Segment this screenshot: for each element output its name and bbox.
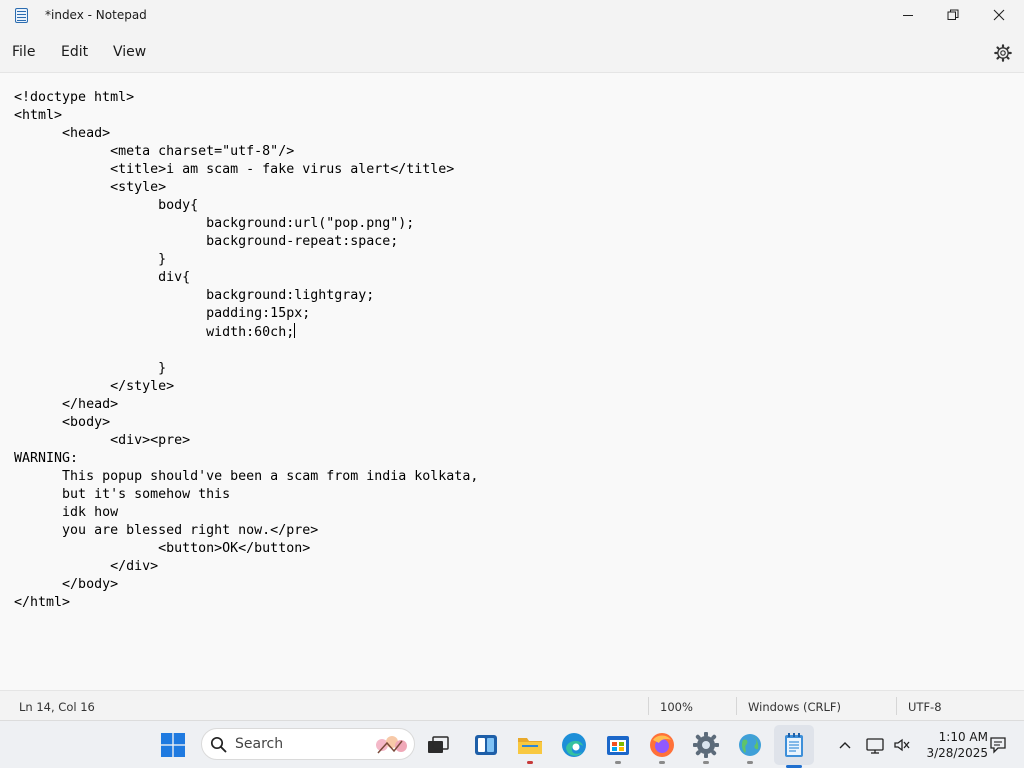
restore-button[interactable]: [930, 0, 976, 30]
task-view-button[interactable]: [424, 731, 452, 759]
code-line: }: [14, 252, 167, 267]
menu-view[interactable]: View: [113, 44, 146, 60]
edge-icon: [562, 733, 586, 757]
firefox-button[interactable]: [648, 731, 676, 759]
clock-date: 3/28/2025: [926, 746, 988, 760]
network-icon: [866, 738, 884, 754]
notification-icon: [990, 737, 1006, 754]
code-line: WARNING:: [14, 451, 79, 466]
search-icon: [210, 736, 227, 753]
code-line: </div>: [14, 559, 159, 574]
text-caret: [294, 323, 296, 338]
settings-app-button[interactable]: [692, 731, 720, 759]
running-indicator: [703, 761, 709, 764]
code-line: idk how: [14, 505, 119, 520]
task-view-icon: [428, 736, 449, 753]
code-line: padding:15px;: [14, 306, 311, 321]
code-line: <button>OK</button>: [14, 541, 311, 556]
code-line: <title>i am scam - fake virus alert</tit…: [14, 162, 455, 177]
code-line: background:url("pop.png");: [14, 216, 415, 231]
notification-button[interactable]: [984, 731, 1012, 759]
widgets-button[interactable]: [472, 731, 500, 759]
window-title: *index - Notepad: [45, 8, 147, 22]
status-divider: [736, 697, 737, 715]
volume-button[interactable]: [888, 731, 916, 759]
title-bar: *index - Notepad: [0, 0, 1024, 32]
search-placeholder: Search: [235, 736, 284, 752]
globe-app-button[interactable]: [736, 731, 764, 759]
code-line: width:60ch;: [14, 325, 295, 340]
text-editor[interactable]: <!doctype html> <html> <head> <meta char…: [0, 72, 1024, 690]
store-button[interactable]: [604, 731, 632, 759]
notepad-icon: [15, 8, 28, 23]
running-indicator: [747, 761, 753, 764]
status-bar: Ln 14, Col 16 100% Windows (CRLF) UTF-8: [0, 690, 1024, 720]
taskbar-search[interactable]: Search: [201, 728, 415, 760]
network-button[interactable]: [862, 731, 890, 759]
code-line: <head>: [14, 126, 111, 141]
widgets-icon: [475, 735, 497, 755]
code-line: </body>: [14, 577, 119, 592]
code-line: This popup should've been a scam from in…: [14, 469, 479, 484]
code-line: you are blessed right now.</pre>: [14, 523, 319, 538]
menu-edit[interactable]: Edit: [61, 44, 88, 60]
start-button[interactable]: [159, 731, 187, 759]
code-line: <div><pre>: [14, 433, 191, 448]
code-line: background:lightgray;: [14, 288, 375, 303]
search-highlight-icon: [376, 736, 407, 754]
file-explorer-button[interactable]: [516, 731, 544, 759]
edge-button[interactable]: [560, 731, 588, 759]
code-line: </html>: [14, 595, 71, 610]
menu-file[interactable]: File: [12, 44, 35, 60]
close-button[interactable]: [976, 0, 1022, 30]
settings-button[interactable]: [993, 43, 1013, 63]
code-line: }: [14, 361, 167, 376]
code-line: div{: [14, 270, 191, 285]
zoom-level[interactable]: 100%: [660, 700, 693, 714]
globe-app-icon: [739, 734, 761, 756]
running-indicator: [659, 761, 665, 764]
file-explorer-icon: [518, 738, 542, 754]
editor-text[interactable]: <!doctype html> <html> <head> <meta char…: [14, 89, 478, 612]
cursor-position: Ln 14, Col 16: [19, 700, 95, 714]
system-clock[interactable]: 1:10 AM 3/28/2025: [918, 729, 988, 761]
start-icon: [161, 733, 185, 757]
menu-bar: File Edit View: [0, 32, 1024, 72]
taskbar: Search 1:10 AM 3/28/2025: [0, 720, 1024, 768]
code-line: background-repeat:space;: [14, 234, 399, 249]
running-indicator: [615, 761, 621, 764]
code-line: <body>: [14, 415, 111, 430]
code-line: <html>: [14, 108, 63, 123]
clock-time: 1:10 AM: [938, 730, 988, 744]
code-line: <style>: [14, 180, 167, 195]
settings-app-icon: [693, 732, 719, 758]
notepad-taskbar-icon: [785, 733, 803, 757]
store-icon: [607, 736, 629, 755]
minimize-button[interactable]: [885, 0, 931, 30]
code-line: </head>: [14, 397, 119, 412]
code-line: but it's somehow this: [14, 487, 231, 502]
chevron-up-icon: [839, 742, 851, 749]
status-divider: [648, 697, 649, 715]
restore-icon: [947, 9, 959, 20]
status-divider: [896, 697, 897, 715]
show-hidden-icons-button[interactable]: [831, 731, 859, 759]
code-line: body{: [14, 198, 199, 213]
code-line: <!doctype html>: [14, 90, 135, 105]
close-icon: [993, 9, 1005, 21]
code-line: <meta charset="utf-8"/>: [14, 144, 295, 159]
volume-icon: [894, 738, 910, 752]
encoding[interactable]: UTF-8: [908, 700, 942, 714]
line-ending[interactable]: Windows (CRLF): [748, 700, 841, 714]
gear-icon: [994, 44, 1012, 62]
minimize-icon: [903, 15, 913, 16]
firefox-icon: [650, 733, 674, 757]
code-line: </style>: [14, 379, 175, 394]
running-indicator: [527, 761, 533, 764]
notepad-taskbar-button[interactable]: [780, 731, 808, 759]
